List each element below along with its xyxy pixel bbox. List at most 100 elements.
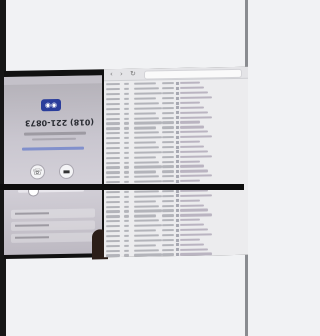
message-button[interactable]: ▬ [60, 164, 73, 179]
forward-icon[interactable]: › [120, 70, 123, 79]
log-cell [162, 189, 174, 193]
row-status-icon [176, 228, 179, 232]
log-cell [180, 160, 200, 163]
log-cell [106, 112, 120, 116]
caller-link[interactable] [22, 146, 84, 151]
log-cell [134, 126, 156, 130]
log-cell [124, 171, 129, 174]
row-status-icon [176, 174, 179, 178]
log-cell [134, 136, 162, 140]
log-cell [106, 249, 120, 252]
message-icon: ▬ [62, 166, 71, 176]
log-cell [134, 219, 159, 223]
log-cell [162, 170, 174, 173]
log-cell [134, 160, 159, 164]
option-row[interactable] [11, 208, 95, 219]
log-cell [124, 239, 129, 242]
log-cell [180, 223, 204, 227]
log-cell [106, 117, 120, 120]
log-cell [124, 107, 129, 110]
log-cell [124, 244, 129, 247]
log-cell [162, 224, 174, 227]
row-status-icon [176, 218, 179, 222]
log-cell [162, 136, 174, 139]
log-cell [124, 210, 129, 213]
row-status-icon [176, 135, 179, 139]
log-cell [180, 150, 208, 153]
log-cell [162, 82, 174, 85]
row-status-icon [176, 160, 179, 164]
log-cell [162, 116, 174, 119]
log-cell [180, 204, 204, 207]
log-cell [124, 176, 129, 179]
log-cell [134, 190, 159, 193]
log-cell [162, 155, 174, 159]
log-cell [106, 254, 120, 257]
log-cell [134, 116, 159, 120]
row-status-icon [176, 179, 179, 183]
row-status-icon [176, 199, 179, 203]
log-cell [180, 81, 200, 85]
log-cell [162, 233, 174, 237]
row-status-icon [176, 253, 179, 257]
row-status-icon [176, 165, 179, 169]
log-cell [134, 244, 156, 247]
phone-status-bar [4, 75, 102, 85]
log-cell [134, 111, 156, 115]
log-cell [134, 92, 162, 95]
log-cell [134, 224, 162, 228]
log-cell [124, 112, 129, 115]
log-cell [134, 195, 162, 198]
log-cell [180, 169, 208, 173]
log-cell [124, 151, 129, 154]
row-status-icon [176, 169, 179, 174]
row-status-icon [176, 101, 179, 105]
log-cell [162, 209, 174, 212]
row-status-icon [176, 116, 179, 120]
log-cell [124, 127, 129, 130]
call-button[interactable]: ☏ [31, 165, 44, 179]
browser-window: ‹ › ↻ [104, 66, 248, 258]
log-cell [180, 135, 212, 139]
log-cell [180, 248, 208, 251]
log-cell [106, 141, 120, 145]
log-cell [162, 204, 174, 207]
log-cell [134, 102, 159, 105]
reload-icon[interactable]: ↻ [130, 70, 136, 79]
log-cell [134, 170, 156, 174]
row-status-icon [176, 238, 179, 242]
log-cell [162, 229, 174, 232]
log-cell [180, 111, 208, 114]
log-cell [134, 175, 159, 179]
browser-toolbar: ‹ › ↻ [104, 66, 248, 82]
log-cell [180, 96, 212, 100]
log-cell [106, 220, 120, 223]
log-cell [106, 132, 120, 135]
option-row[interactable] [11, 232, 95, 243]
row-status-icon [176, 121, 179, 125]
log-cell [106, 176, 120, 179]
log-cell [134, 234, 159, 237]
log-cell [106, 225, 120, 228]
log-cell [124, 122, 129, 125]
log-cell [162, 175, 174, 178]
log-cell [106, 215, 120, 218]
caller-name [24, 131, 86, 136]
row-status-icon [176, 194, 179, 198]
log-cell [124, 146, 129, 149]
log-cell [162, 131, 174, 134]
screen-bottom-edge [0, 184, 244, 190]
row-status-icon [176, 248, 179, 252]
log-cell [106, 234, 120, 238]
log-cell [134, 180, 162, 184]
option-row[interactable] [11, 220, 95, 231]
log-cell [124, 132, 129, 135]
log-cell [134, 156, 156, 159]
log-cell [106, 244, 120, 248]
address-bar[interactable] [144, 68, 242, 80]
back-icon[interactable]: ‹ [110, 70, 113, 79]
log-cell [162, 160, 174, 163]
log-cell [106, 127, 120, 130]
log-cell [134, 239, 162, 242]
row-status-icon [176, 204, 179, 208]
